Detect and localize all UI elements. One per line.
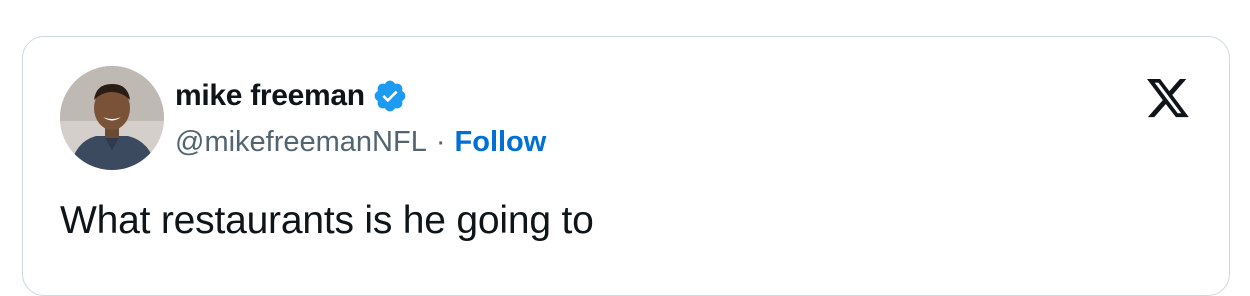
separator-dot: · <box>435 126 446 158</box>
avatar[interactable] <box>60 66 164 170</box>
author-display-name[interactable]: mike freeman <box>175 79 365 113</box>
author-handle[interactable]: @mikefreemanNFL <box>175 123 427 161</box>
author-name-row[interactable]: mike freeman <box>175 77 408 115</box>
avatar-image <box>60 66 164 170</box>
author-handle-row: @mikefreemanNFL · Follow <box>175 123 546 161</box>
verified-badge-icon <box>372 78 408 114</box>
tweet-text: What restaurants is he going to <box>60 199 594 242</box>
tweet-embed-card[interactable]: mike freeman @mikefreemanNFL · Follow Wh… <box>22 36 1230 296</box>
x-logo-icon[interactable] <box>1145 79 1191 121</box>
follow-button[interactable]: Follow <box>455 123 547 161</box>
